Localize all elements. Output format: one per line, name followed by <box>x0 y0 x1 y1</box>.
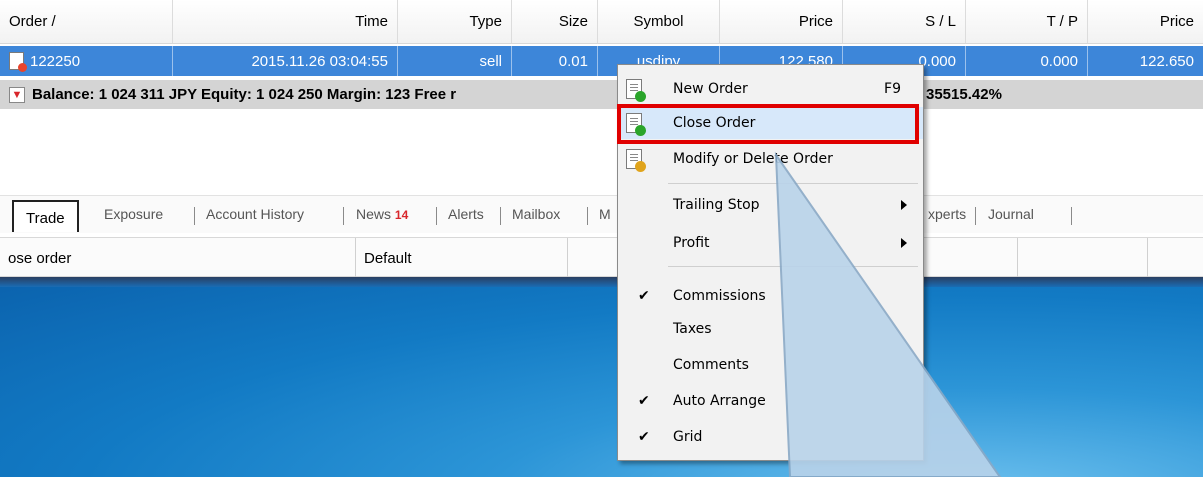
submenu-arrow-icon <box>901 200 907 210</box>
terminal-tabs: Trade Exposure Account History News 14 A… <box>0 195 1203 233</box>
tab-separator <box>343 207 344 225</box>
menu-label: Profit <box>673 235 710 251</box>
menu-label: New Order <box>673 81 748 97</box>
checkmark-icon: ✔ <box>638 429 650 445</box>
tab-exposure[interactable]: Exposure <box>104 206 163 230</box>
order-cell: 122250 <box>0 46 173 76</box>
tab-mailbox[interactable]: Mailbox <box>512 206 560 230</box>
tab-separator <box>194 207 195 225</box>
menu-item-trailing-stop[interactable]: Trailing Stop <box>618 189 923 221</box>
col-symbol-header[interactable]: Symbol <box>598 0 720 43</box>
col-type-header[interactable]: Type <box>398 0 512 43</box>
menu-item-taxes[interactable]: Taxes <box>618 313 923 345</box>
col-tp-header[interactable]: T / P <box>966 0 1088 43</box>
order-id: 122250 <box>30 52 81 70</box>
tab-experts[interactable]: xperts <box>928 206 966 230</box>
tab-separator <box>587 207 588 225</box>
status-bar: ose order Default <box>0 237 1203 278</box>
sell-order-icon <box>9 52 27 72</box>
tp-cell: 0.000 <box>966 46 1088 76</box>
tab-trade[interactable]: Trade <box>12 200 79 232</box>
tab-separator <box>1071 207 1072 225</box>
col-size-header[interactable]: Size <box>512 0 598 43</box>
type-cell: sell <box>398 46 512 76</box>
balance-row: ▼ Balance: 1 024 311 JPY Equity: 1 024 2… <box>0 80 1203 109</box>
col-order-header[interactable]: Order / <box>0 0 173 43</box>
status-segment <box>1018 238 1148 278</box>
menu-item-modify-order[interactable]: Modify or Delete Order <box>618 143 923 175</box>
desktop-background <box>0 277 1203 477</box>
tab-news[interactable]: News 14 <box>356 206 408 230</box>
checkmark-icon: ✔ <box>638 288 650 304</box>
col-price-header[interactable]: Price <box>720 0 843 43</box>
tab-separator <box>436 207 437 225</box>
balance-text: Balance: 1 024 311 JPY Equity: 1 024 250… <box>32 86 457 103</box>
tab-journal[interactable]: Journal <box>988 206 1034 230</box>
tab-alerts[interactable]: Alerts <box>448 206 484 230</box>
tab-separator <box>500 207 501 225</box>
new-order-icon <box>626 79 646 102</box>
checkmark-icon: ✔ <box>638 393 650 409</box>
col-price2-header[interactable]: Price <box>1088 0 1203 43</box>
menu-label: Commissions <box>673 288 766 304</box>
submenu-arrow-icon <box>901 238 907 248</box>
balance-arrow-icon: ▼ <box>9 86 25 103</box>
tab-separator <box>975 207 976 225</box>
menu-label: Taxes <box>673 321 712 337</box>
menu-label: Comments <box>673 357 749 373</box>
menu-item-profit[interactable]: Profit <box>618 227 923 259</box>
col-time-header[interactable]: Time <box>173 0 398 43</box>
menu-label: Grid <box>673 429 703 445</box>
menu-separator <box>668 266 918 267</box>
status-message: ose order <box>0 238 356 278</box>
price2-cell: 122.650 <box>1139 52 1194 70</box>
menu-item-commissions[interactable]: ✔ Commissions <box>618 280 923 312</box>
margin-level: 35515.42% <box>926 86 1002 103</box>
news-count-badge: 14 <box>394 208 409 222</box>
highlight-box <box>617 104 919 144</box>
tab-market[interactable]: M <box>599 206 611 230</box>
table-header: Order / Time Type Size Symbol Price S / … <box>0 0 1203 44</box>
time-cell: 2015.11.26 03:04:55 <box>173 46 398 76</box>
status-profile: Default <box>356 238 568 278</box>
menu-item-grid[interactable]: ✔ Grid <box>618 421 923 453</box>
table-row[interactable]: 122250 2015.11.26 03:04:55 sell 0.01 usd… <box>0 46 1203 76</box>
modify-order-icon <box>626 149 646 172</box>
menu-label: Modify or Delete Order <box>673 151 833 167</box>
menu-separator <box>668 183 918 184</box>
menu-shortcut: F9 <box>884 81 901 97</box>
balance-summary: ▼ Balance: 1 024 311 JPY Equity: 1 024 2… <box>0 80 640 109</box>
menu-item-comments[interactable]: Comments <box>618 349 923 381</box>
menu-label: Trailing Stop <box>673 197 760 213</box>
col-sl-header[interactable]: S / L <box>843 0 966 43</box>
tab-account-history[interactable]: Account History <box>206 206 304 230</box>
tab-news-label: News <box>356 206 392 222</box>
menu-label: Auto Arrange <box>673 393 766 409</box>
menu-item-auto-arrange[interactable]: ✔ Auto Arrange <box>618 385 923 417</box>
size-cell: 0.01 <box>512 46 598 76</box>
menu-item-new-order[interactable]: New Order F9 <box>618 73 923 105</box>
